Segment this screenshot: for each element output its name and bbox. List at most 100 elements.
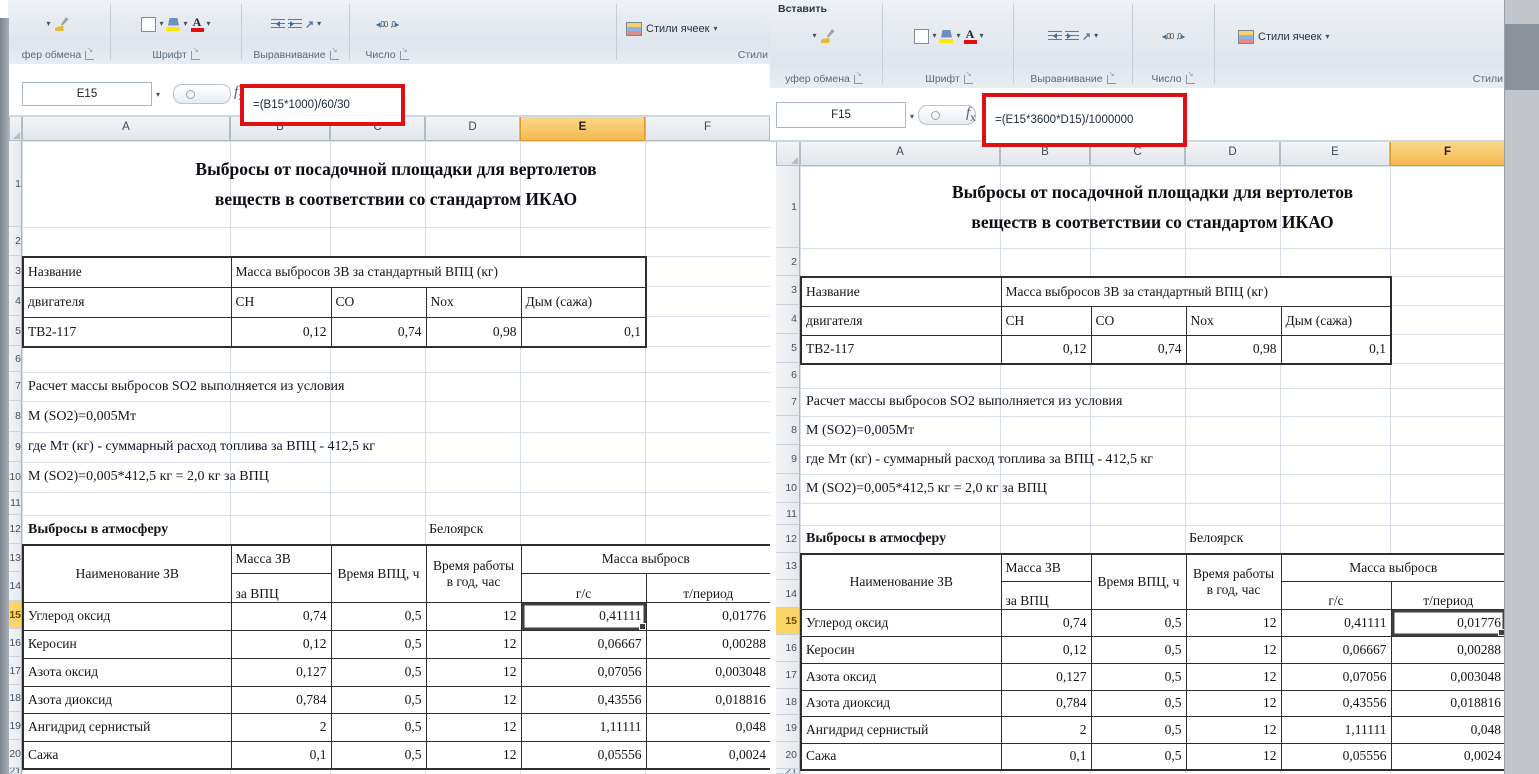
cell-e15[interactable]: 0,41111 [1281, 609, 1391, 636]
format-painter-icon[interactable] [820, 28, 836, 44]
substance-name[interactable]: Азота оксид [23, 658, 231, 686]
name-box-caret[interactable]: ▾ [156, 90, 160, 99]
note-line-3[interactable]: где Мт (кг) - суммарный расход топлива з… [28, 432, 375, 462]
fill-color-icon[interactable] [939, 30, 953, 43]
paste-dropdown-caret[interactable]: ▾ [812, 32, 816, 40]
yearly-hours-header[interactable]: Время работы в год, час [1186, 554, 1281, 609]
cell-e20[interactable]: 0,05556 [521, 741, 646, 769]
note-line-4[interactable]: М (SO2)=0,005*412,5 кг = 2,0 кг за ВПЦ [806, 474, 1047, 503]
cell-f20[interactable]: 0,0024 [1391, 743, 1506, 770]
cell-f15[interactable]: 0,01776 [646, 602, 770, 630]
engine-value-3[interactable]: 0,1 [521, 317, 646, 347]
dialog-launcher-icon[interactable] [400, 51, 409, 60]
grams-per-second-header[interactable]: г/с [1281, 581, 1391, 609]
column-header-A[interactable]: A [800, 140, 1000, 166]
decrease-indent-icon[interactable] [1048, 31, 1062, 42]
row-header-2[interactable]: 2 [9, 227, 22, 256]
scrollbar-track[interactable] [1505, 24, 1539, 90]
row-header-1[interactable]: 1 [776, 166, 800, 248]
note-line-1[interactable]: Расчет массы выбросов SO2 выполняется из… [28, 372, 345, 401]
dialog-launcher-icon[interactable] [85, 51, 94, 60]
substance-name[interactable]: Сажа [801, 743, 1001, 770]
cell-b18[interactable]: 0,784 [1001, 690, 1091, 716]
name-box[interactable]: F15 [776, 102, 906, 128]
pollutant-header-0[interactable]: CH [1001, 306, 1091, 335]
row-header-20[interactable]: 20 [776, 742, 800, 769]
orientation-caret[interactable]: ▾ [317, 20, 321, 28]
cell-e15[interactable]: 0,41111 [521, 602, 646, 630]
fill-color-caret[interactable]: ▾ [183, 20, 187, 28]
pollutant-header-1[interactable]: CO [331, 287, 426, 317]
cell-c18[interactable]: 0,5 [1091, 690, 1186, 716]
cell-styles-button[interactable]: Стили ячеек ▾ [1238, 30, 1330, 44]
mass-per-cycle-bottom-header[interactable]: за ВПЦ [1001, 581, 1091, 609]
cell-f20[interactable]: 0,0024 [646, 741, 770, 769]
cell-d17[interactable]: 12 [1186, 663, 1281, 690]
font-color-caret[interactable]: ▾ [980, 32, 984, 40]
cell-b18[interactable]: 0,784 [231, 686, 331, 713]
pollutant-header-2[interactable]: Nox [426, 287, 521, 317]
row-header-17[interactable]: 17 [776, 662, 800, 689]
text-orientation-icon[interactable]: ↗ [1082, 30, 1091, 43]
row-header-18[interactable]: 18 [9, 685, 22, 712]
substance-name[interactable]: Керосин [23, 630, 231, 658]
engine-value-1[interactable]: 0,74 [331, 317, 426, 347]
cell-c17[interactable]: 0,5 [1091, 663, 1186, 690]
borders-caret[interactable]: ▾ [159, 20, 163, 28]
substance-name-header[interactable]: Наименование ЗВ [23, 545, 231, 602]
cell-f16[interactable]: 0,00288 [1391, 636, 1506, 663]
borders-icon[interactable] [914, 29, 929, 44]
cell-c15[interactable]: 0,5 [1091, 609, 1186, 636]
column-header-D[interactable]: D [1185, 140, 1280, 166]
column-header-F[interactable]: F [645, 115, 770, 141]
dialog-launcher-icon[interactable] [854, 75, 863, 84]
cell-c18[interactable]: 0,5 [331, 686, 426, 713]
increase-decimal-icon[interactable]: ◂,00 [1162, 32, 1173, 41]
dialog-launcher-icon[interactable] [191, 51, 200, 60]
font-color-icon[interactable]: А [191, 16, 204, 32]
column-header-E[interactable]: E [520, 115, 645, 141]
fx-icon[interactable]: fx [966, 105, 976, 124]
mass-per-cycle-bottom-header[interactable]: за ВПЦ [231, 573, 331, 602]
emission-mass-header[interactable]: Масса выбросв [521, 545, 770, 573]
cell-c19[interactable]: 0,5 [1091, 716, 1186, 743]
row-header-20[interactable]: 20 [9, 740, 22, 768]
pollutant-header-3[interactable]: Дым (сажа) [521, 287, 646, 317]
row-header-21[interactable]: 21 [9, 768, 22, 774]
font-color-icon[interactable]: А [964, 28, 977, 44]
row-header-12[interactable]: 12 [776, 525, 800, 553]
substance-name[interactable]: Углерод оксид [23, 602, 231, 630]
cell-e18[interactable]: 0,43556 [1281, 690, 1391, 716]
cell-c20[interactable]: 0,5 [331, 741, 426, 769]
row-header-10[interactable]: 10 [9, 462, 22, 492]
row-header-5[interactable]: 5 [9, 316, 22, 346]
engine-name-header[interactable]: Название [23, 257, 231, 287]
column-header-D[interactable]: D [425, 115, 520, 141]
row-header-10[interactable]: 10 [776, 474, 800, 503]
row-header-7[interactable]: 7 [9, 372, 22, 401]
formula-text[interactable]: =(E15*3600*D15)/1000000 [995, 114, 1133, 126]
cell-d18[interactable]: 12 [1186, 690, 1281, 716]
row-header-15[interactable]: 15 [776, 608, 800, 635]
engine-value-2[interactable]: 0,98 [1186, 335, 1281, 364]
cell-b17[interactable]: 0,127 [231, 658, 331, 686]
row-header-19[interactable]: 19 [776, 715, 800, 742]
substance-name[interactable]: Ангидрид сернистый [801, 716, 1001, 743]
cell-f19[interactable]: 0,048 [1391, 716, 1506, 743]
cell-f18[interactable]: 0,018816 [646, 686, 770, 713]
row-header-19[interactable]: 19 [9, 712, 22, 740]
engine-cell[interactable]: ТВ2-117 [801, 335, 1001, 364]
substance-name[interactable]: Углерод оксид [801, 609, 1001, 636]
cell-b15[interactable]: 0,74 [1001, 609, 1091, 636]
cell-e20[interactable]: 0,05556 [1281, 743, 1391, 770]
yearly-hours-header[interactable]: Время работы в год, час [426, 545, 521, 602]
cell-c16[interactable]: 0,5 [1091, 636, 1186, 663]
mass-per-cycle-top-header[interactable]: Масса ЗВ [1001, 554, 1091, 581]
cell-f18[interactable]: 0,018816 [1391, 690, 1506, 716]
cell-d17[interactable]: 12 [426, 658, 521, 686]
select-all-corner[interactable] [9, 115, 22, 141]
cell-b20[interactable]: 0,1 [231, 741, 331, 769]
engine-value-1[interactable]: 0,74 [1091, 335, 1186, 364]
substance-name[interactable]: Сажа [23, 741, 231, 769]
row-header-15[interactable]: 15 [9, 601, 22, 629]
